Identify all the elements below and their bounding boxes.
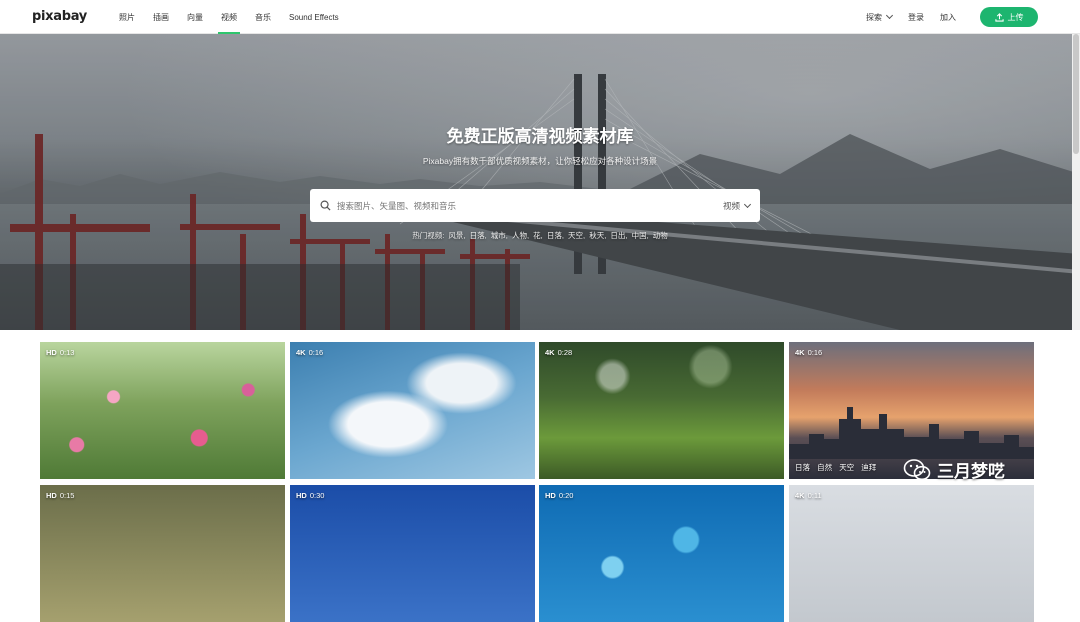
popular-tag[interactable]: 天空, xyxy=(568,231,585,240)
explore-label: 探索 xyxy=(866,12,882,22)
login-link[interactable]: 登录 xyxy=(900,12,932,23)
wechat-icon xyxy=(903,458,931,480)
join-link[interactable]: 加入 xyxy=(932,12,964,23)
popular-searches: 热门视频: 风景, 日落, 城市, 人物, 花, 日落, 天空, 秋天, 日出,… xyxy=(0,230,1080,241)
chevron-down-icon xyxy=(885,11,894,20)
popular-tag[interactable]: 风景, xyxy=(448,231,465,240)
hero-overlay xyxy=(0,34,1080,330)
nav-vectors[interactable]: 向量 xyxy=(178,0,212,34)
video-quality: HD xyxy=(545,491,556,500)
upload-icon xyxy=(994,12,1004,22)
video-quality: 4K xyxy=(545,348,555,357)
video-quality: HD xyxy=(46,491,57,500)
video-badge: HD 0:20 xyxy=(545,491,573,500)
video-tag[interactable]: 天空 xyxy=(839,463,854,472)
video-duration: 0:15 xyxy=(59,491,75,500)
page-scrollbar[interactable] xyxy=(1072,34,1080,330)
video-badge: 4K 0:11 xyxy=(795,491,822,500)
popular-tag[interactable]: 日落, xyxy=(470,231,487,240)
video-tag[interactable]: 日落 xyxy=(795,463,810,472)
nav-music[interactable]: 音乐 xyxy=(246,0,280,34)
video-badge: HD 0:30 xyxy=(296,491,324,500)
video-card[interactable]: HD 0:30 xyxy=(290,485,535,622)
popular-label: 热门视频: xyxy=(412,231,445,240)
watermark-text: 三月梦呓 xyxy=(937,462,1005,481)
hero-banner: 免费正版高清视频素材库 Pixabay拥有数千部优质视频素材，让你轻松应对各种设… xyxy=(0,34,1080,330)
pixabay-logo[interactable]: pixabay xyxy=(32,9,87,24)
video-badge: HD 0:15 xyxy=(46,491,74,500)
video-card[interactable]: HD 0:13 xyxy=(40,342,285,479)
popular-tag[interactable]: 动物 xyxy=(653,231,668,240)
scrollbar-thumb[interactable] xyxy=(1073,34,1079,154)
nav-sound-effects[interactable]: Sound Effects xyxy=(280,0,348,34)
video-card[interactable]: 4K 0:11 xyxy=(789,485,1034,622)
video-duration: 0:16 xyxy=(308,348,324,357)
popular-tag[interactable]: 日落, xyxy=(547,231,564,240)
search-type-label: 视频 xyxy=(722,200,740,211)
nav-videos[interactable]: 视频 xyxy=(212,0,246,34)
video-quality: HD xyxy=(46,348,57,357)
video-duration: 0:16 xyxy=(807,348,823,357)
video-badge: 4K 0:28 xyxy=(545,348,572,357)
search-bar: 视频 xyxy=(310,189,760,222)
search-input[interactable] xyxy=(337,200,707,211)
video-duration: 0:28 xyxy=(557,348,573,357)
video-duration: 0:30 xyxy=(309,491,325,500)
upload-button[interactable]: 上传 xyxy=(980,7,1038,27)
video-tag[interactable]: 自然 xyxy=(817,463,832,472)
top-navbar: pixabay 照片 插画 向量 视频 音乐 Sound Effects 探索 … xyxy=(0,0,1080,34)
search-type-dropdown[interactable]: 视频 xyxy=(722,189,752,222)
hero-subtitle: Pixabay拥有数千部优质视频素材，让你轻松应对各种设计场景 xyxy=(422,156,658,166)
header-actions: 探索 登录 加入 上传 xyxy=(858,0,1080,34)
video-duration: 0:13 xyxy=(59,348,75,357)
video-quality: 4K xyxy=(296,348,306,357)
video-tag[interactable]: 迪拜 xyxy=(861,463,876,472)
video-badge: 4K 0:16 xyxy=(795,348,822,357)
video-badge: HD 0:13 xyxy=(46,348,74,357)
popular-tag[interactable]: 花, xyxy=(533,231,543,240)
video-card[interactable]: 4K 0:28 xyxy=(539,342,784,479)
video-card[interactable]: HD 0:15 xyxy=(40,485,285,622)
wechat-watermark: 三月梦呓 xyxy=(903,457,1005,482)
popular-tag[interactable]: 城市, xyxy=(491,231,508,240)
skyline-illustration xyxy=(789,407,1034,459)
hero-title: 免费正版高清视频素材库 xyxy=(446,127,634,146)
video-duration: 0:20 xyxy=(558,491,574,500)
video-quality: 4K xyxy=(795,491,805,500)
chevron-down-icon xyxy=(743,200,752,208)
video-duration: 0:11 xyxy=(807,491,822,500)
video-card[interactable]: HD 0:20 xyxy=(539,485,784,622)
video-quality: HD xyxy=(296,491,307,500)
popular-tag[interactable]: 中国, xyxy=(632,231,649,240)
popular-tag[interactable]: 日出, xyxy=(610,231,627,240)
popular-tag[interactable]: 人物, xyxy=(512,231,529,240)
video-card[interactable]: 4K 0:16 xyxy=(290,342,535,479)
main-nav: 照片 插画 向量 视频 音乐 Sound Effects xyxy=(110,0,348,34)
nav-photos[interactable]: 照片 xyxy=(110,0,144,34)
nav-illustrations[interactable]: 插画 xyxy=(144,0,178,34)
upload-label: 上传 xyxy=(1007,12,1024,22)
video-quality: 4K xyxy=(795,348,805,357)
video-badge: 4K 0:16 xyxy=(296,348,323,357)
explore-dropdown[interactable]: 探索 xyxy=(858,11,900,23)
popular-tag[interactable]: 秋天, xyxy=(589,231,606,240)
search-icon[interactable] xyxy=(320,200,331,211)
video-tags: 日落 自然 天空 迪拜 xyxy=(795,462,881,473)
